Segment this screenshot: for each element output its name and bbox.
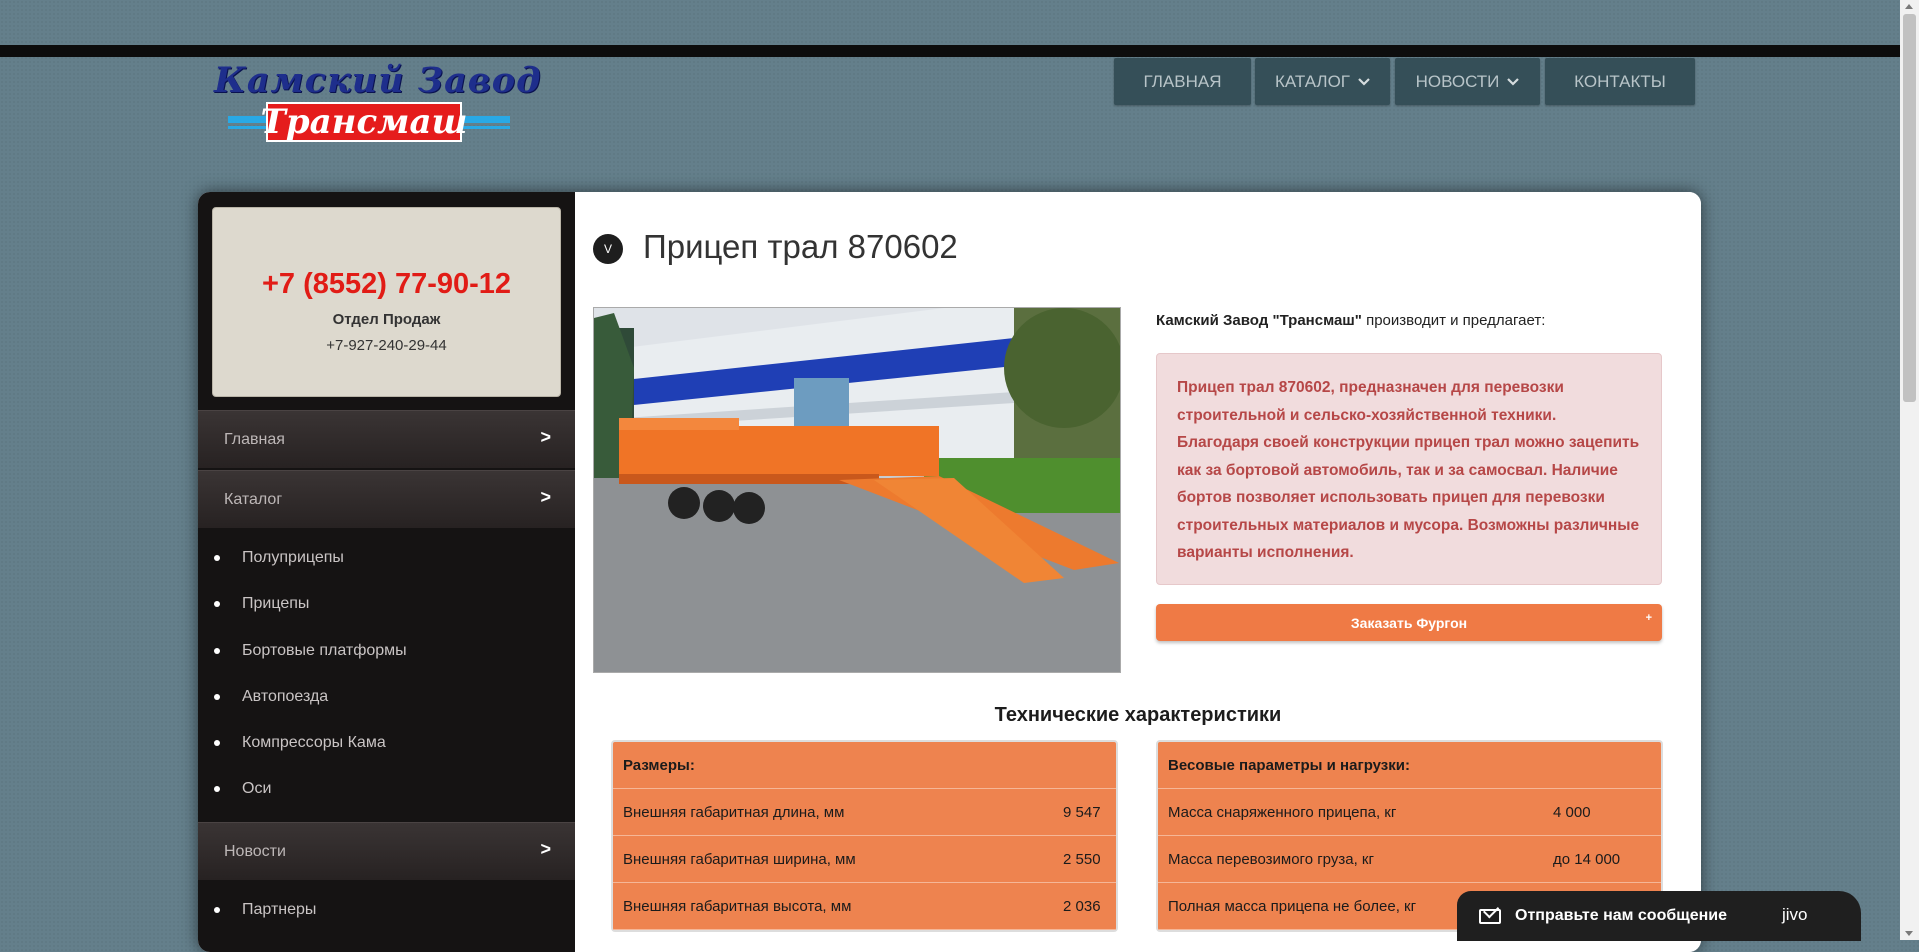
- bullet-icon: [214, 907, 220, 913]
- row-label: Полная масса прицепа не более, кг: [1168, 897, 1417, 915]
- bullet-icon: [214, 555, 220, 561]
- bullet-icon: [214, 648, 220, 654]
- product-photo[interactable]: [593, 307, 1121, 673]
- table-row: Внешняя габаритная длина, мм 9 547: [613, 789, 1116, 836]
- department-label: Отдел Продаж: [332, 311, 441, 328]
- page-scrollbar[interactable]: [1900, 0, 1919, 940]
- row-label: Масса снаряженного прицепа, кг: [1168, 803, 1397, 821]
- chat-widget[interactable]: Отправьте нам сообщение jivo: [1457, 891, 1861, 941]
- page-title: Прицеп трал 870602: [643, 228, 958, 265]
- sidebar-item-label: Новости: [224, 842, 286, 860]
- title-badge: V: [593, 234, 623, 264]
- contact-box: +7 (8552) 77-90-12 Отдел Продаж +7-927-2…: [212, 207, 561, 397]
- row-value: до 14 000: [1553, 850, 1621, 868]
- row-label: Масса перевозимого груза, кг: [1168, 850, 1374, 868]
- main-panel: +7 (8552) 77-90-12 Отдел Продаж +7-927-2…: [198, 192, 1701, 952]
- chat-label: Отправьте нам сообщение: [1515, 907, 1728, 924]
- intro-rest: производит и предлагает:: [1361, 312, 1546, 329]
- sidebar-subitem-label: Оси: [242, 780, 272, 797]
- product-description: Прицеп трал 870602, предназначен для пер…: [1156, 353, 1662, 585]
- sidebar-subitem-compressors[interactable]: Компрессоры Кама: [214, 734, 386, 752]
- order-button-label: Заказать Фургон: [1350, 614, 1468, 631]
- bullet-icon: [214, 786, 220, 792]
- nav-label: КАТАЛОГ: [1274, 71, 1351, 91]
- bullet-icon: [214, 601, 220, 607]
- table-header-label: Размеры:: [623, 756, 695, 774]
- table-row: Внешняя габаритная высота, мм 2 036: [613, 883, 1116, 930]
- sidebar-subitem-partners[interactable]: Партнеры: [214, 901, 316, 919]
- logo-box-text: Трансмаш: [260, 102, 468, 142]
- bullet-icon: [214, 694, 220, 700]
- table-header: Весовые параметры и нагрузки:: [1158, 742, 1661, 789]
- chevron-down-icon: [1507, 74, 1520, 89]
- trailer-photo-image: [594, 308, 1120, 672]
- sidebar-item-catalog[interactable]: Каталог >: [198, 470, 575, 528]
- nav-contacts[interactable]: КОНТАКТЫ: [1545, 58, 1695, 105]
- sidebar-subitem-label: Полуприцепы: [242, 549, 344, 566]
- sidebar-subitem-trailers[interactable]: Прицепы: [214, 595, 309, 613]
- sidebar-subitem-label: Прицепы: [242, 595, 310, 612]
- nav-label: ГЛАВНАЯ: [1143, 71, 1222, 91]
- company-name: Камский Завод "Трансмаш": [1156, 312, 1362, 329]
- logo-top-text: Камский Завод: [214, 60, 542, 101]
- sidebar-subitem-road-trains[interactable]: Автопоезда: [214, 688, 328, 706]
- row-value: 4 000: [1553, 803, 1591, 821]
- nav-news[interactable]: НОВОСТИ: [1395, 58, 1540, 105]
- sidebar-subitem-label: Автопоезда: [242, 688, 329, 705]
- sidebar-subitem-semitrailers[interactable]: Полуприцепы: [214, 549, 344, 567]
- intro-text: Камский Завод "Трансмаш" производит и пр…: [1156, 312, 1545, 329]
- envelope-icon: [1479, 908, 1501, 924]
- chevron-down-icon: [1358, 74, 1370, 89]
- chevron-right-icon: >: [540, 487, 551, 507]
- jivo-logo: jivo: [1782, 905, 1808, 924]
- site-logo[interactable]: Камский Завод Трансмаш: [210, 60, 540, 144]
- scrollbar-thumb[interactable]: [1903, 14, 1916, 402]
- tech-specs-title: Технические характеристики: [994, 704, 1282, 726]
- row-value: 9 547: [1063, 803, 1101, 821]
- order-button[interactable]: Заказать Фургон +: [1156, 604, 1662, 641]
- sidebar-subitem-label: Партнеры: [242, 901, 317, 918]
- sidebar-item-news[interactable]: Новости >: [198, 822, 575, 880]
- chevron-right-icon: >: [540, 839, 551, 859]
- nav-catalog[interactable]: КАТАЛОГ: [1255, 58, 1390, 105]
- sidebar-subitem-label: Компрессоры Кама: [242, 734, 386, 751]
- sidebar: +7 (8552) 77-90-12 Отдел Продаж +7-927-2…: [198, 192, 575, 952]
- nav-label: НОВОСТИ: [1415, 71, 1500, 91]
- plus-icon: +: [1645, 612, 1652, 624]
- nav-home[interactable]: ГЛАВНАЯ: [1114, 58, 1251, 105]
- table-row: Внешняя габаритная ширина, мм 2 550: [613, 836, 1116, 883]
- chevron-right-icon: >: [540, 427, 551, 447]
- sidebar-item-label: Каталог: [224, 490, 283, 508]
- logo-box: Трансмаш: [261, 102, 467, 142]
- table-header-label: Весовые параметры и нагрузки:: [1168, 756, 1410, 774]
- scroll-down-icon[interactable]: [1905, 931, 1913, 936]
- sidebar-item-label: Главная: [224, 430, 285, 448]
- top-bar: [0, 45, 1900, 57]
- content-area: V Прицеп трал 870602 Камский Завод "Тран…: [575, 192, 1701, 952]
- phone-alt[interactable]: +7-927-240-29-44: [213, 337, 560, 354]
- row-value: 2 550: [1063, 850, 1101, 868]
- table-header: Размеры:: [613, 742, 1116, 789]
- bullet-icon: [214, 740, 220, 746]
- row-label: Внешняя габаритная высота, мм: [623, 897, 852, 915]
- sidebar-subitem-label: Бортовые платформы: [242, 642, 407, 659]
- row-label: Внешняя габаритная ширина, мм: [623, 850, 856, 868]
- nav-label: КОНТАКТЫ: [1574, 71, 1666, 91]
- sidebar-subitem-platforms[interactable]: Бортовые платформы: [214, 642, 407, 660]
- dimensions-table: Размеры: Внешняя габаритная длина, мм 9 5…: [611, 740, 1118, 932]
- row-label: Внешняя габаритная длина, мм: [623, 803, 845, 821]
- table-row: Масса снаряженного прицепа, кг 4 000: [1158, 789, 1661, 836]
- table-row: Масса перевозимого груза, кг до 14 000: [1158, 836, 1661, 883]
- row-value: 2 036: [1063, 897, 1101, 915]
- scroll-up-icon[interactable]: [1905, 4, 1913, 9]
- sidebar-subitem-axles[interactable]: Оси: [214, 780, 271, 798]
- sidebar-item-home[interactable]: Главная >: [198, 410, 575, 468]
- phone-number[interactable]: +7 (8552) 77-90-12: [213, 268, 560, 301]
